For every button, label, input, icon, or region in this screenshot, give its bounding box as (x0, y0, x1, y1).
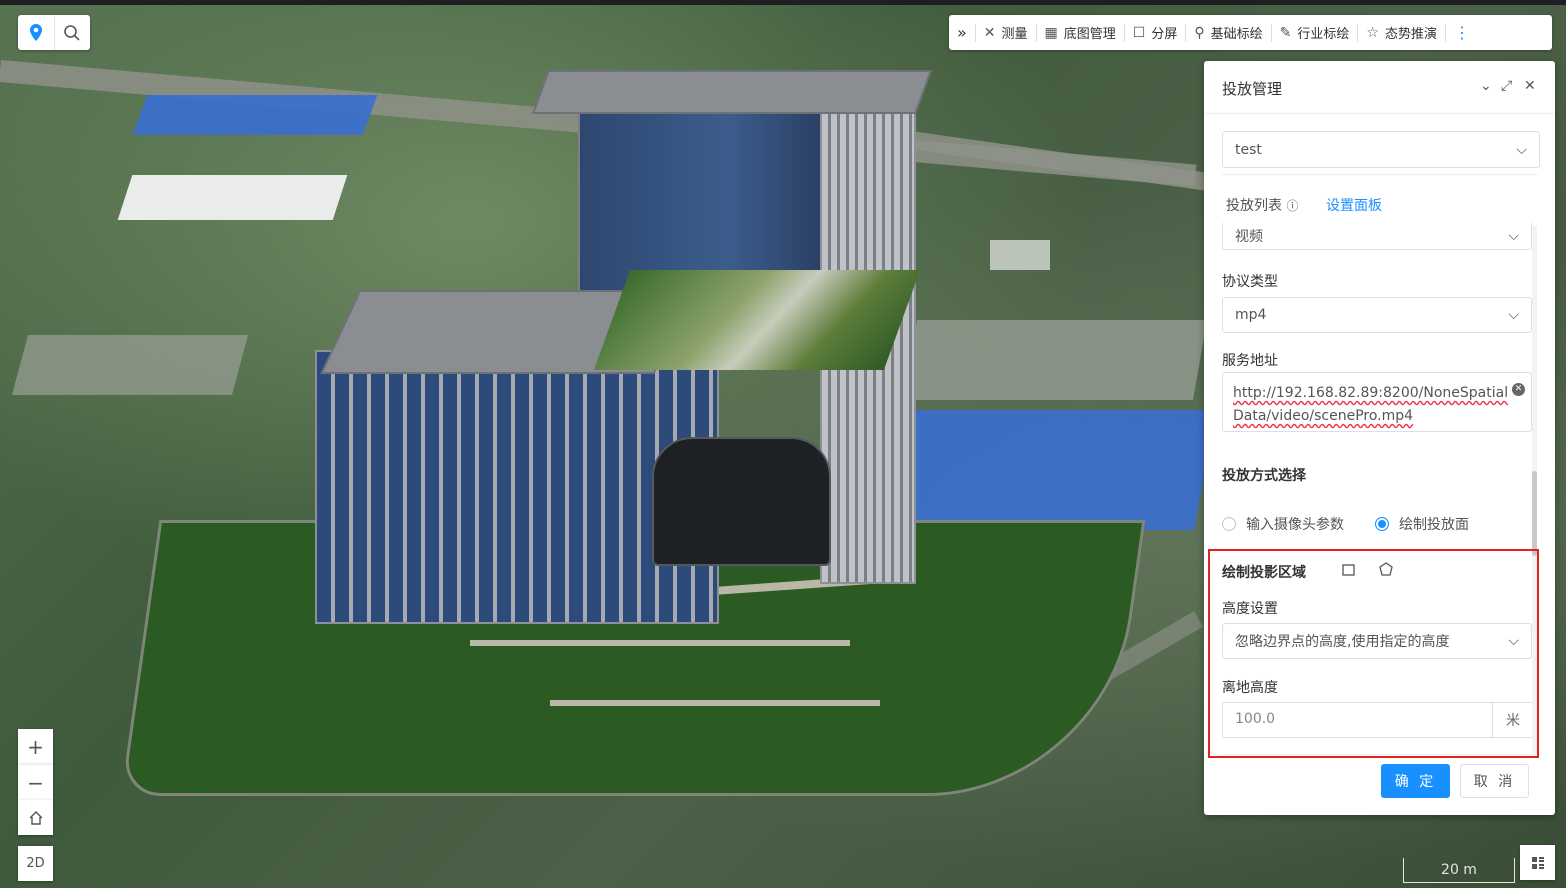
service-address-label: 服务地址 (1222, 353, 1278, 369)
top-left-controls (18, 15, 90, 50)
toolbar-industry-plot[interactable]: ✎ 行业标绘 (1272, 15, 1358, 50)
scrollbar-thumb[interactable] (1532, 471, 1537, 556)
blue-roof (132, 95, 378, 135)
chevron-down-icon[interactable]: ⌄ (1480, 78, 1492, 94)
home-icon (29, 810, 42, 825)
building-block (11, 335, 249, 395)
pencil-icon: ✎ (1279, 24, 1292, 41)
view-2d-button[interactable]: 2D (18, 846, 53, 881)
video-projection-surface[interactable] (593, 270, 921, 370)
source-type-select[interactable]: 视频 ⌵ (1222, 223, 1532, 250)
plus-icon: + (27, 734, 44, 759)
highlight-box (1208, 549, 1539, 758)
ruler-icon: ✕ (983, 24, 996, 41)
toolbar-collapse-button[interactable]: » (949, 15, 975, 50)
white-roof (990, 240, 1050, 270)
confirm-button[interactable]: 确 定 (1381, 764, 1450, 798)
walkway (470, 640, 850, 646)
double-chevron-icon: » (957, 23, 967, 42)
window-top-bar (0, 0, 1566, 5)
cancel-button[interactable]: 取 消 (1460, 764, 1529, 798)
blue-roof (894, 410, 1216, 530)
radio-camera-params[interactable]: 输入摄像头参数 (1222, 514, 1344, 534)
tower-roof (531, 70, 933, 114)
white-roof (117, 175, 348, 220)
panel-tabs: 投放列表 ⓘ 设置面板 (1222, 184, 1538, 227)
radio-circle (1375, 517, 1389, 531)
main-toolbar: » ✕ 测量 ▦ 底图管理 ☐ 分屏 ⚲ 基础标绘 ✎ 行业标绘 ☆ 态势推演 ⋮ (949, 15, 1552, 50)
toolbar-basemap[interactable]: ▦ 底图管理 (1037, 15, 1124, 50)
close-icon[interactable]: ✕ (1524, 78, 1536, 94)
location-pin-icon[interactable] (18, 15, 54, 50)
chevron-down-icon: ⌵ (1516, 141, 1527, 158)
layers-icon (1531, 856, 1544, 869)
divider (1222, 174, 1538, 175)
grid-icon: ▦ (1044, 24, 1058, 41)
radio-circle (1222, 517, 1236, 531)
toolbar-measure[interactable]: ✕ 测量 (976, 15, 1036, 50)
walkway (550, 700, 880, 706)
square-icon: ☐ (1132, 24, 1146, 41)
zoom-in-button[interactable]: + (18, 729, 53, 764)
clear-icon[interactable]: ✕ (1512, 383, 1525, 396)
item-select[interactable]: test ⌵ (1222, 131, 1540, 168)
tab-deploy-list[interactable]: 投放列表 ⓘ (1226, 195, 1298, 215)
pin-icon: ⚲ (1194, 24, 1205, 41)
toolbar-split-screen[interactable]: ☐ 分屏 (1125, 15, 1186, 50)
scale-bar: 20 m (1403, 858, 1515, 883)
deploy-method-label: 投放方式选择 (1222, 468, 1306, 484)
toolbar-basic-plot[interactable]: ⚲ 基础标绘 (1186, 15, 1270, 50)
panel-header: 投放管理 ⌄ ⤢ ✕ (1204, 61, 1555, 114)
tab-settings[interactable]: 设置面板 (1326, 195, 1382, 215)
radio-draw-surface[interactable]: 绘制投放面 (1375, 514, 1469, 534)
toolbar-more-button[interactable]: ⋮ (1446, 15, 1478, 50)
fullscreen-icon[interactable]: ⤢ (1501, 78, 1512, 94)
protocol-select[interactable]: mp4 ⌵ (1222, 297, 1532, 333)
panel-title: 投放管理 (1222, 80, 1283, 98)
rotunda-entrance (652, 437, 831, 566)
service-address-field[interactable]: http://192.168.82.89:8200/NoneSpatialDat… (1222, 372, 1532, 432)
building-block (902, 320, 1208, 400)
star-icon: ☆ (1366, 24, 1379, 41)
minus-icon: − (27, 770, 44, 795)
protocol-label: 协议类型 (1222, 274, 1278, 290)
home-button[interactable] (18, 800, 53, 835)
chevron-down-icon: ⌵ (1508, 228, 1519, 244)
chevron-down-icon: ⌵ (1508, 307, 1519, 323)
zoom-out-button[interactable]: − (18, 764, 53, 800)
search-icon[interactable] (53, 15, 91, 50)
more-vertical-icon: ⋮ (1453, 23, 1470, 42)
toolbar-situation[interactable]: ☆ 态势推演 (1358, 15, 1445, 50)
layer-switch-button[interactable] (1520, 845, 1555, 880)
info-icon: ⓘ (1286, 199, 1299, 213)
